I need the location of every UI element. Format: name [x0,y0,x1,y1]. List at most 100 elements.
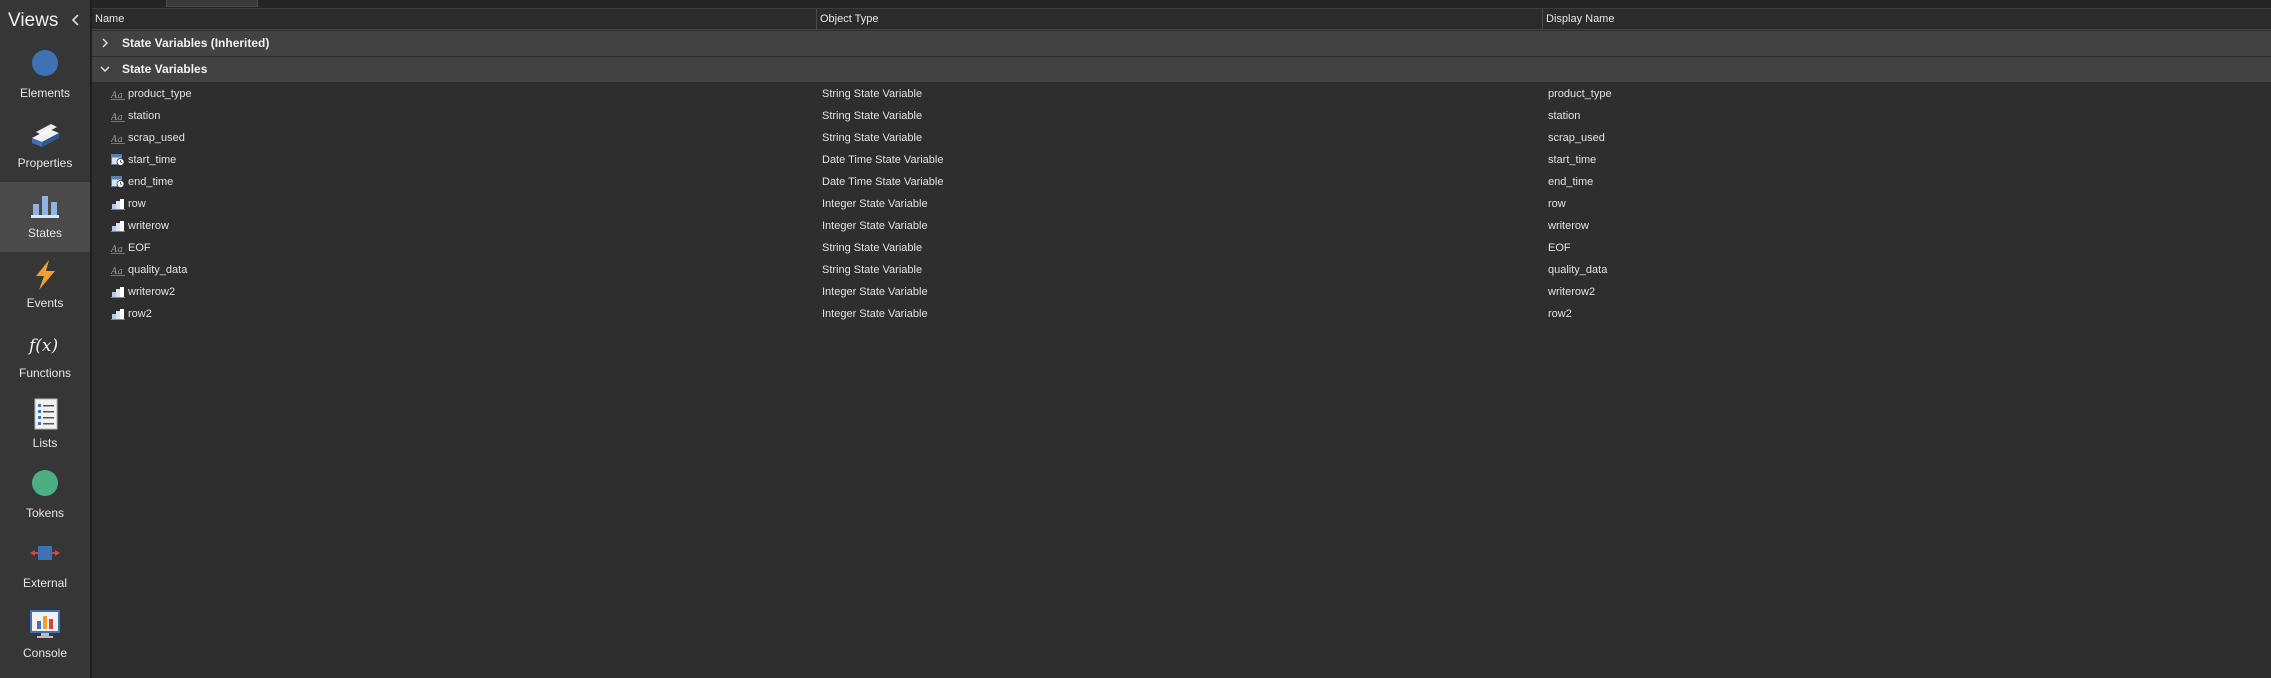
cell-display-name: quality_data [1548,264,1608,276]
events-icon [36,260,55,290]
view-item-label: States [27,226,63,240]
view-item-label: Properties [17,156,73,170]
states-icon [31,196,59,218]
view-item-console[interactable]: Console [0,602,90,672]
integer-variable-icon [111,287,125,298]
column-header-name[interactable]: Name [92,9,817,29]
table-row[interactable]: Aa EOF String State Variable EOF [92,237,2271,259]
svg-text:Aa: Aa [111,135,123,144]
table-row[interactable]: row2 Integer State Variable row2 [92,303,2271,325]
table-row[interactable]: end_time Date Time State Variable end_time [92,171,2271,193]
view-item-label: Console [22,646,68,660]
cell-display-name: scrap_used [1548,132,1605,144]
cell-name: start_time [128,154,177,166]
string-variable-icon: Aa [111,245,125,254]
column-header-object-type[interactable]: Object Type [817,9,1543,29]
cell-object-type: Integer State Variable [822,308,928,320]
view-item-label: Events [26,296,64,310]
cell-display-name: start_time [1548,154,1597,166]
cell-object-type: Date Time State Variable [822,154,944,166]
views-list: Elements Properties States Events f(x) F… [0,42,90,672]
cell-display-name: end_time [1548,176,1594,188]
console-icon [30,610,60,638]
cell-display-name: writerow [1548,220,1589,232]
datetime-variable-icon [111,176,125,188]
group-label: State Variables (Inherited) [122,36,270,50]
cell-object-type: Integer State Variable [822,198,928,210]
view-item-tokens[interactable]: Tokens [0,462,90,532]
view-item-label: External [22,576,68,590]
view-item-label: Elements [19,86,71,100]
cell-name: end_time [128,176,174,188]
chevron-right-icon [102,38,108,48]
views-header: Views [0,0,90,42]
integer-variable-icon [111,199,125,210]
svg-text:Aa: Aa [111,113,123,122]
collapse-sidebar-button[interactable] [68,11,84,29]
document-tab[interactable] [166,0,258,7]
string-variable-icon: Aa [111,267,125,276]
table-row[interactable]: Aa scrap_used String State Variable scrap_u… [92,127,2271,149]
view-item-label: Tokens [25,506,65,520]
table-row[interactable]: writerow2 Integer State Variable writerow2 [92,281,2271,303]
state-variables-grid: Name Object Type Display Name State Vari… [92,0,2271,678]
table-row[interactable]: Aa quality_data String State Variable quali… [92,259,2271,281]
view-item-elements[interactable]: Elements [0,42,90,112]
string-variable-icon: Aa [111,91,125,100]
view-item-label: Functions [18,366,72,380]
view-item-properties[interactable]: Properties [0,112,90,182]
cell-display-name: row2 [1548,308,1572,320]
table-row[interactable]: Aa station String State Variable station [92,105,2271,127]
functions-icon: f(x) [27,336,58,356]
cell-name: EOF [128,242,151,254]
tokens-icon [32,470,58,496]
cell-object-type: Integer State Variable [822,220,928,232]
lists-icon [34,398,58,430]
elements-icon [32,50,58,76]
cell-display-name: row [1548,198,1566,210]
cell-object-type: String State Variable [822,132,923,144]
table-row[interactable]: writerow Integer State Variable writerow [92,215,2271,237]
cell-name: quality_data [128,264,188,276]
cell-object-type: String State Variable [822,110,923,122]
svg-text:Aa: Aa [111,267,123,276]
cell-display-name: writerow2 [1548,286,1596,298]
external-icon [30,546,60,560]
cell-object-type: String State Variable [822,88,923,100]
views-title: Views [8,10,59,31]
integer-variable-icon [111,309,125,320]
cell-display-name: product_type [1548,88,1612,100]
cell-name: writerow2 [128,286,176,298]
string-variable-icon: Aa [111,135,125,144]
string-variable-icon: Aa [111,113,125,122]
table-row[interactable]: Aa product_type String State Variable produ… [92,83,2271,105]
column-header-display-name[interactable]: Display Name [1543,9,2271,29]
cell-name: product_type [128,88,192,100]
document-tab-strip [92,0,2271,9]
group-row-state-variables[interactable]: State Variables [92,57,2271,82]
chevron-down-icon [100,66,110,72]
cell-name: row [128,198,146,210]
view-item-external[interactable]: External [0,532,90,602]
datetime-variable-icon [111,154,125,166]
cell-object-type: Integer State Variable [822,286,928,298]
grid-column-header: Name Object Type Display Name [92,9,2271,30]
view-item-lists[interactable]: Lists [0,392,90,462]
group-row-inherited[interactable]: State Variables (Inherited) [92,31,2271,56]
view-item-states[interactable]: States [0,182,90,252]
properties-icon [32,124,59,147]
table-row[interactable]: start_time Date Time State Variable start_… [92,149,2271,171]
view-item-functions[interactable]: f(x) Functions [0,322,90,392]
views-sidebar: Views Elements Properties States Events … [0,0,92,678]
cell-display-name: EOF [1548,242,1571,254]
cell-name: writerow [128,220,169,232]
integer-variable-icon [111,221,125,232]
table-row[interactable]: row Integer State Variable row [92,193,2271,215]
cell-object-type: String State Variable [822,264,923,276]
cell-name: station [128,110,161,122]
cell-object-type: Date Time State Variable [822,176,944,188]
view-item-events[interactable]: Events [0,252,90,322]
svg-text:Aa: Aa [111,91,123,100]
group-label: State Variables [122,62,208,76]
cell-display-name: station [1548,110,1581,122]
